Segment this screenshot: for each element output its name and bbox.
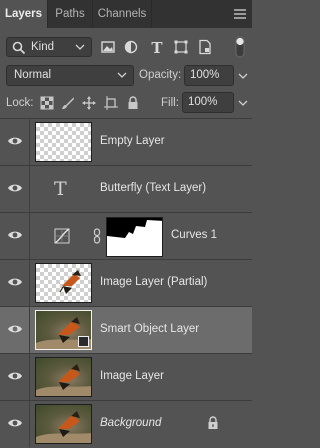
fill-value: 100% [188,96,218,108]
layer-thumbnail [35,263,92,303]
chevron-down-icon [117,72,127,78]
text-layer-icon: T [54,178,67,200]
visibility-toggle[interactable] [0,213,30,259]
layer-row-image-partial[interactable]: Image Layer (Partial) [0,259,252,306]
lock-label: Lock: [6,97,34,109]
blend-mode-select[interactable]: Normal [6,65,134,86]
layer-row-curves[interactable]: Curves 1 [0,212,252,259]
opacity-dropdown-icon[interactable] [238,70,248,82]
tab-layers[interactable]: Layers [0,0,47,28]
curves-adjustment-icon [54,228,70,244]
eye-icon [8,372,22,380]
blend-mode-label: Normal [14,69,52,81]
opacity-label: Opacity: [139,69,182,81]
layer-name: Image Layer (Partial) [100,276,208,288]
butterfly-image [36,411,91,443]
layers-list: Empty Layer T Butterfly (Text Layer) Cur… [0,118,252,448]
fill-input[interactable]: 100% [182,92,234,113]
filter-toggle-switch[interactable] [235,36,245,58]
shape-filter-icon[interactable] [173,39,189,55]
filter-kind-select[interactable]: Kind [6,37,92,57]
layer-thumbnail [35,404,92,444]
smart-object-filter-icon[interactable] [197,39,213,55]
layer-row-background[interactable]: Background [0,400,252,447]
visibility-toggle[interactable] [0,166,30,212]
layer-filter-row: Kind T [0,33,252,61]
layer-thumbnail [35,357,92,397]
layer-name: Image Layer [100,370,164,382]
layer-name: Butterfly (Text Layer) [100,182,207,194]
fill-dropdown-icon[interactable] [238,97,248,109]
visibility-toggle[interactable] [0,119,30,165]
image-filter-icon[interactable] [100,39,116,55]
panel-tab-bar: Layers Paths Channels [0,0,252,28]
adjustment-filter-icon[interactable] [123,39,139,55]
chevron-down-icon [75,44,85,50]
lock-artboard-icon[interactable] [104,96,118,110]
layer-row-text[interactable]: T Butterfly (Text Layer) [0,165,252,212]
panel-menu-icon[interactable] [234,9,246,19]
tab-paths[interactable]: Paths [48,0,92,28]
visibility-toggle[interactable] [0,354,30,400]
opacity-input[interactable]: 100% [184,65,234,86]
layer-name: Empty Layer [100,135,165,147]
search-icon [12,41,26,55]
layer-row-image[interactable]: Image Layer [0,353,252,400]
layer-thumbnail [35,310,92,350]
layer-row-empty-layer[interactable]: Empty Layer [0,118,252,165]
visibility-toggle[interactable] [0,307,30,353]
tab-channels[interactable]: Channels [93,0,151,28]
opacity-value: 100% [190,69,220,81]
filter-kind-label: Kind [31,41,55,53]
layer-lock-icon[interactable] [207,416,219,430]
lock-transparent-pixels-icon[interactable] [40,96,54,110]
layer-mask-thumbnail[interactable] [106,217,163,257]
mask-shape [107,220,162,256]
layer-row-smart-object[interactable]: Smart Object Layer [0,306,252,353]
lock-image-pixels-icon[interactable] [61,96,75,110]
fill-label: Fill: [161,97,179,109]
tab-divider [151,0,152,28]
lock-position-icon[interactable] [82,96,96,110]
eye-icon [8,231,22,239]
butterfly-image [36,364,91,396]
eye-icon [8,137,22,145]
eye-icon [8,325,22,333]
layer-thumbnail [35,122,92,162]
smart-object-badge-icon [78,336,89,347]
eye-icon [8,184,22,192]
layer-name: Background [100,417,162,429]
eye-icon [8,278,22,286]
type-filter-icon[interactable]: T [149,39,165,55]
visibility-toggle[interactable] [0,260,30,306]
butterfly-image [59,270,81,294]
layer-name: Smart Object Layer [100,323,200,335]
visibility-toggle[interactable] [0,401,30,447]
svg-text:T: T [151,39,163,55]
eye-icon [8,419,22,427]
blend-opacity-row: Normal Opacity: 100% [0,64,252,88]
layer-name: Curves 1 [171,229,218,241]
lock-all-icon[interactable] [126,96,140,110]
mask-link-icon[interactable] [93,228,101,244]
